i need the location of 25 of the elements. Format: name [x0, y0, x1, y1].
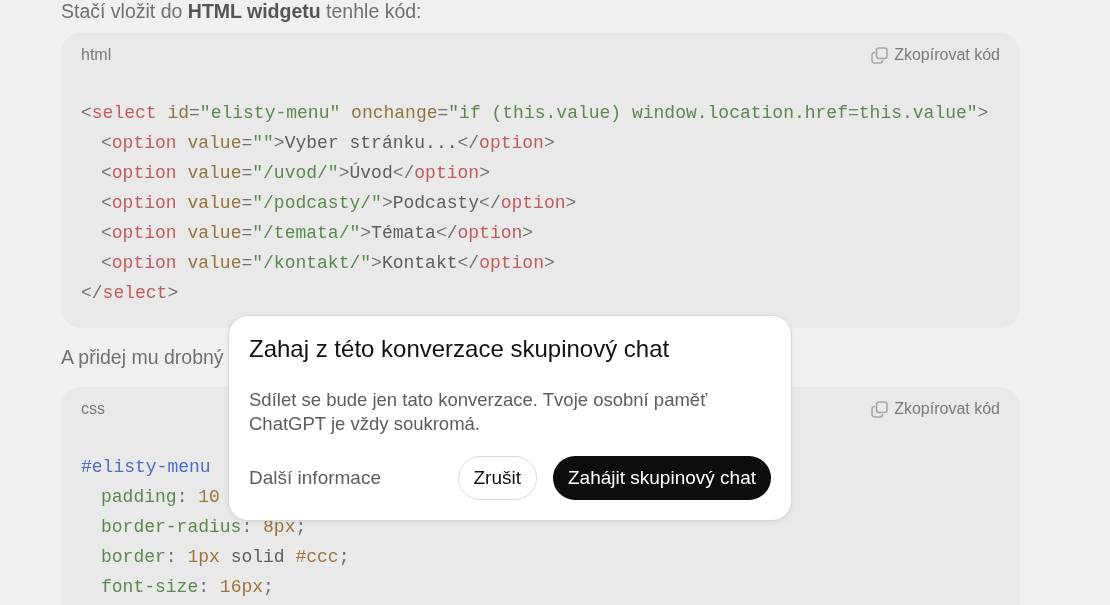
copy-button[interactable]: Zkopírovat kód	[871, 400, 1000, 418]
code-line: <option value="/podcasty/">Podcasty</option>	[101, 193, 577, 213]
code-line: <option value="/uvod/">Úvod</option>	[101, 163, 490, 183]
paragraph: A přidej mu drobný	[61, 346, 224, 368]
code-line: <option value="">Vyber stránku...</option>	[101, 133, 555, 153]
code-line: <option value="/kontakt/">Kontakt</option>	[101, 253, 555, 273]
cancel-button[interactable]: Zrušit	[457, 456, 537, 500]
copy-icon	[871, 46, 889, 64]
paragraph: Stačí vložit do HTML widgetu tenhle kód:	[61, 0, 422, 22]
start-button[interactable]: Zahájit skupinový chat	[553, 456, 771, 500]
code-line: padding: 10	[101, 487, 220, 507]
copy-button[interactable]: Zkopírovat kód	[871, 46, 1000, 64]
language-label: html	[81, 46, 112, 64]
code-line: border: 1px solid #ccc;	[101, 547, 350, 567]
code-line: <select id="elisty-menu" onchange="if (this.value) window.location.href=this.value">	[81, 103, 989, 123]
dialog-title: Zahaj z této konverzace skupinový chat	[249, 334, 671, 364]
code-line: font-size: 16px;	[101, 577, 274, 597]
code-line: #elisty-menu	[81, 457, 211, 477]
code-line: </select>	[81, 283, 179, 303]
learn-more-link[interactable]: Další informace	[249, 467, 381, 489]
code-line: border-radius: 8px;	[101, 517, 307, 537]
copy-icon	[871, 400, 889, 418]
code-line: <option value="/temata/">Témata</option>	[101, 223, 534, 243]
dialog-message: Sdílet se bude jen tato konverzace. Tvoje osobní paměť ChatGPT je vždy soukromá.	[249, 388, 709, 436]
language-label: css	[81, 400, 105, 418]
